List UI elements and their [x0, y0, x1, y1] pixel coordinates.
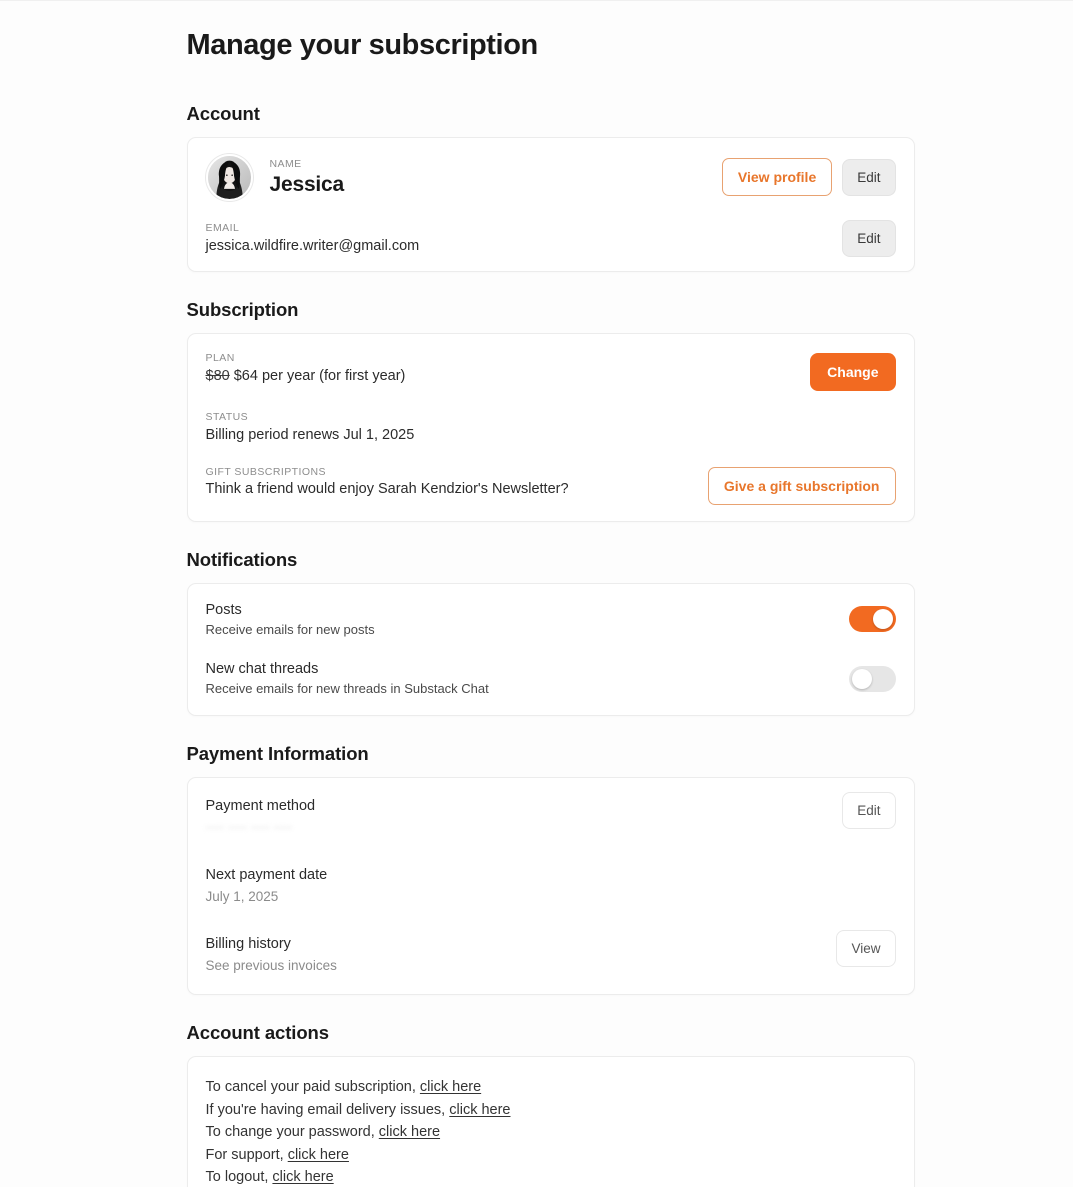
action-line-email-delivery: If you're having email delivery issues, …: [206, 1100, 896, 1121]
status-value: Billing period renews Jul 1, 2025: [205, 426, 415, 443]
toggle-posts[interactable]: [848, 606, 896, 633]
notification-chat-threads-body: New chat threads Receive emails for new …: [206, 659, 849, 698]
payment-method-title: Payment method: [205, 797, 316, 814]
gift-body: GIFT SUBSCRIPTIONS Think a friend would …: [206, 465, 708, 500]
give-gift-subscription-button[interactable]: Give a gift subscription: [707, 466, 896, 505]
account-actions-section-title: Account actions: [186, 1022, 330, 1044]
account-name-body: NAME Jessica: [270, 157, 722, 197]
notification-row-chat-threads: New chat threads Receive emails for new …: [188, 659, 914, 698]
next-payment-date-body: Next payment date July 1, 2025: [206, 865, 896, 907]
subscription-card: PLAN $80 $64 per year (for first year) C…: [186, 333, 915, 522]
account-email-body: EMAIL jessica.wildfire.writer@gmail.com: [206, 221, 843, 256]
account-section: Account NAME Jessica View profile Edit E…: [186, 102, 915, 273]
action-text-cancel-subscription: To cancel your paid subscription,: [205, 1079, 420, 1096]
edit-name-button[interactable]: Edit: [842, 158, 896, 197]
payment-method-body: Payment method •••• •••• •••• ••••: [206, 796, 843, 838]
page-title: Manage your subscription: [186, 29, 539, 61]
notification-chat-threads-title: New chat threads: [205, 661, 319, 678]
payment-method-row: Payment method •••• •••• •••• •••• Edit: [188, 791, 914, 838]
account-card: NAME Jessica View profile Edit EMAIL jes…: [186, 136, 915, 273]
account-name-actions: View profile Edit: [721, 158, 896, 197]
notifications-section-title: Notifications: [186, 548, 298, 570]
avatar-photo-icon: [207, 155, 251, 199]
gift-value: Think a friend would enjoy Sarah Kendzio…: [205, 481, 569, 498]
toggle-chat-threads-knob: [851, 668, 872, 689]
notification-row-posts: Posts Receive emails for new posts: [188, 600, 914, 639]
account-name-row: NAME Jessica View profile Edit: [188, 153, 914, 201]
account-email-actions: Edit: [842, 219, 896, 258]
status-label: STATUS: [205, 411, 249, 424]
account-actions-section: Account actions To cancel your paid subs…: [186, 1022, 915, 1187]
notification-posts-description: Receive emails for new posts: [205, 621, 375, 637]
plan-old-price: $80: [205, 367, 230, 384]
plan-row: PLAN $80 $64 per year (for first year) C…: [188, 351, 914, 392]
billing-history-body: Billing history See previous invoices: [206, 934, 837, 976]
payment-information-section: Payment Information Payment method •••• …: [186, 742, 915, 996]
plan-current-price: $64 per year (for first year): [233, 367, 406, 384]
action-line-cancel-subscription: To cancel your paid subscription, click …: [206, 1077, 896, 1098]
action-text-logout: To logout,: [205, 1169, 273, 1186]
subscription-section-title: Subscription: [186, 299, 299, 321]
account-actions-card: To cancel your paid subscription, click …: [186, 1056, 915, 1187]
toggle-posts-knob: [872, 609, 893, 630]
plan-body: PLAN $80 $64 per year (for first year): [206, 351, 811, 386]
change-plan-button[interactable]: Change: [810, 353, 896, 392]
view-profile-button[interactable]: View profile: [721, 158, 833, 197]
edit-email-button[interactable]: Edit: [842, 219, 896, 258]
plan-actions: Change: [810, 353, 896, 392]
payment-section-title: Payment Information: [186, 742, 369, 764]
logout-link[interactable]: click here: [272, 1169, 333, 1185]
account-email-row: EMAIL jessica.wildfire.writer@gmail.com …: [188, 219, 914, 258]
email-delivery-link[interactable]: click here: [449, 1102, 510, 1118]
notifications-card: Posts Receive emails for new posts New c…: [186, 582, 915, 716]
name-label: NAME: [269, 158, 302, 171]
plan-value: $80 $64 per year (for first year): [206, 367, 811, 387]
gift-row: GIFT SUBSCRIPTIONS Think a friend would …: [188, 465, 914, 505]
payment-method-actions: Edit: [842, 791, 896, 830]
next-payment-date-title: Next payment date: [205, 866, 328, 883]
name-value: Jessica: [269, 173, 345, 197]
action-line-support: For support, click here: [206, 1145, 896, 1166]
cancel-subscription-link[interactable]: click here: [420, 1079, 481, 1095]
gift-label: GIFT SUBSCRIPTIONS: [205, 465, 327, 478]
billing-history-actions: View: [836, 929, 896, 968]
toggle-chat-threads[interactable]: [848, 665, 896, 692]
notification-posts-title: Posts: [205, 601, 242, 618]
next-payment-date-row: Next payment date July 1, 2025: [188, 865, 914, 907]
subscription-settings-page: Manage your subscription Account NAME Je…: [0, 0, 1073, 1187]
page-content: Manage your subscription Account NAME Je…: [186, 0, 915, 1187]
notifications-section: Notifications Posts Receive emails for n…: [186, 548, 915, 716]
support-link[interactable]: click here: [288, 1147, 349, 1163]
email-value: jessica.wildfire.writer@gmail.com: [205, 237, 420, 254]
change-password-link[interactable]: click here: [379, 1124, 440, 1140]
view-billing-history-button[interactable]: View: [836, 929, 896, 968]
next-payment-date-value: July 1, 2025: [205, 889, 279, 904]
edit-payment-method-button[interactable]: Edit: [842, 791, 896, 830]
notification-chat-threads-description: Receive emails for new threads in Substa…: [205, 681, 489, 697]
plan-label: PLAN: [205, 352, 235, 365]
gift-actions: Give a gift subscription: [707, 466, 896, 505]
action-text-support: For support,: [205, 1146, 288, 1163]
status-body: STATUS Billing period renews Jul 1, 2025: [206, 410, 896, 445]
account-section-title: Account: [186, 102, 260, 124]
action-line-change-password: To change your password, click here: [206, 1122, 896, 1143]
action-line-logout: To logout, click here: [206, 1167, 896, 1187]
notification-posts-body: Posts Receive emails for new posts: [206, 600, 849, 639]
avatar: [205, 153, 253, 201]
payment-method-value: •••• •••• •••• ••••: [205, 819, 293, 835]
billing-history-title: Billing history: [205, 935, 291, 952]
subscription-section: Subscription PLAN $80 $64 per year (for …: [186, 299, 915, 522]
billing-history-row: Billing history See previous invoices Vi…: [188, 929, 914, 976]
payment-card: Payment method •••• •••• •••• •••• Edit …: [186, 776, 915, 996]
status-row: STATUS Billing period renews Jul 1, 2025: [188, 410, 914, 445]
action-text-change-password: To change your password,: [205, 1124, 379, 1141]
action-text-email-delivery: If you're having email delivery issues,: [205, 1101, 450, 1118]
email-label: EMAIL: [205, 221, 240, 234]
billing-history-subtitle: See previous invoices: [205, 958, 337, 974]
